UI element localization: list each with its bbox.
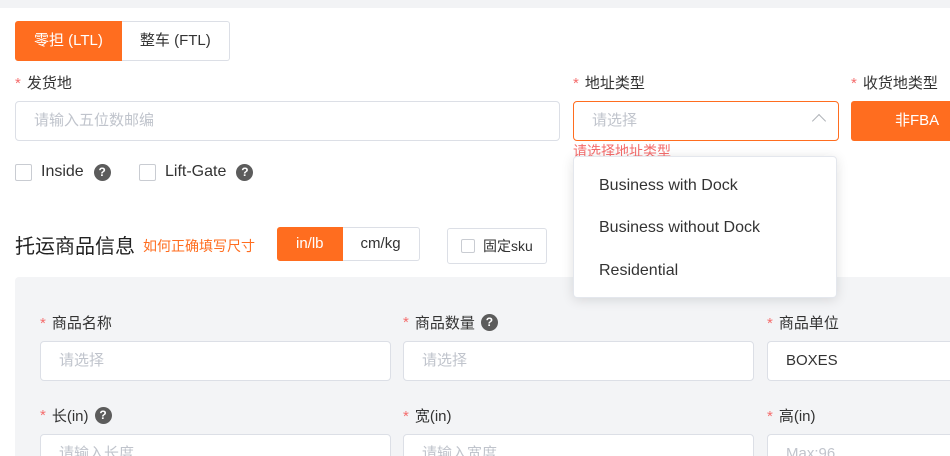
height-input[interactable]: Max:96 (767, 434, 950, 456)
required-mark: * (40, 407, 46, 424)
height-label-text: 高(in) (778, 408, 816, 425)
unit-tabs: in/lb cm/kg (277, 227, 420, 261)
address-type-label-text: 地址类型 (584, 75, 645, 92)
tab-ltl[interactable]: 零担 (LTL) (15, 21, 122, 61)
inside-option[interactable]: Inside ? (15, 163, 111, 181)
required-mark: * (15, 75, 21, 92)
length-label-text: 长(in) (51, 408, 89, 425)
shipment-mode-tabs: 零担 (LTL) 整车 (FTL) (15, 21, 230, 61)
address-type-placeholder: 请选择 (592, 112, 638, 129)
tab-ftl[interactable]: 整车 (FTL) (121, 21, 230, 61)
goods-name-select[interactable]: 请选择 (40, 341, 391, 381)
non-fba-button[interactable]: 非FBA (851, 101, 950, 141)
option-business-without-dock[interactable]: Business without Dock (599, 219, 760, 237)
chevron-up-icon (811, 113, 827, 129)
liftgate-label: Lift-Gate (165, 163, 227, 180)
width-label-text: 宽(in) (414, 408, 452, 425)
address-type-dropdown: Business with Dock Business without Dock… (573, 156, 837, 298)
goods-unit-select[interactable]: BOXES (767, 341, 950, 381)
option-residential[interactable]: Residential (599, 262, 678, 280)
origin-zip-input[interactable]: 请输入五位数邮编 (15, 101, 560, 141)
required-mark: * (767, 408, 773, 425)
help-icon[interactable]: ? (480, 314, 498, 331)
liftgate-option[interactable]: Lift-Gate ? (139, 163, 254, 181)
inside-checkbox[interactable] (15, 163, 32, 181)
address-type-label: * 地址类型 (573, 72, 645, 93)
required-mark: * (403, 408, 409, 425)
inside-label: Inside (41, 163, 84, 180)
freight-quote-form: 零担 (LTL) 整车 (FTL) * 发货地 请输入五位数邮编 * 地址类型 请选… (0, 8, 950, 456)
required-mark: * (403, 314, 409, 331)
goods-section-title: 托运商品信息 (15, 236, 135, 258)
required-mark: * (767, 315, 773, 332)
goods-quantity-select[interactable]: 请选择 (403, 341, 754, 381)
size-howto-link[interactable]: 如何正确填写尺寸 (143, 236, 255, 256)
goods-unit-label: * 商品单位 (767, 312, 839, 333)
help-icon[interactable]: ? (93, 163, 111, 181)
fixed-sku-label: 固定sku (483, 238, 533, 254)
origin-label: * 发货地 (15, 72, 72, 93)
goods-unit-label-text: 商品单位 (778, 315, 839, 332)
width-input[interactable]: 请输入宽度 (403, 434, 754, 456)
dest-type-label-text: 收货地类型 (862, 75, 938, 92)
option-business-with-dock[interactable]: Business with Dock (599, 177, 738, 195)
fixed-sku-toggle[interactable]: 固定sku (447, 228, 547, 264)
goods-quantity-label: * 商品数量 ? (403, 312, 498, 333)
goods-name-label-text: 商品名称 (51, 315, 112, 332)
required-mark: * (40, 315, 46, 332)
height-label: * 高(in) (767, 405, 816, 426)
required-mark: * (851, 75, 857, 92)
goods-quantity-label-text: 商品数量 (414, 315, 475, 332)
goods-name-label: * 商品名称 (40, 312, 112, 333)
tab-cm-kg[interactable]: cm/kg (342, 227, 420, 261)
tab-in-lb[interactable]: in/lb (277, 227, 343, 261)
liftgate-checkbox[interactable] (139, 163, 156, 181)
width-label: * 宽(in) (403, 405, 452, 426)
help-icon[interactable]: ? (94, 407, 112, 424)
origin-label-text: 发货地 (26, 75, 72, 92)
required-mark: * (573, 75, 579, 92)
length-input[interactable]: 请输入长度 (40, 434, 391, 456)
help-icon[interactable]: ? (236, 163, 254, 181)
dest-type-label: * 收货地类型 (851, 72, 938, 93)
address-type-select[interactable]: 请选择 (573, 101, 839, 141)
fixed-sku-checkbox[interactable] (461, 239, 475, 253)
length-label: * 长(in) ? (40, 405, 112, 426)
